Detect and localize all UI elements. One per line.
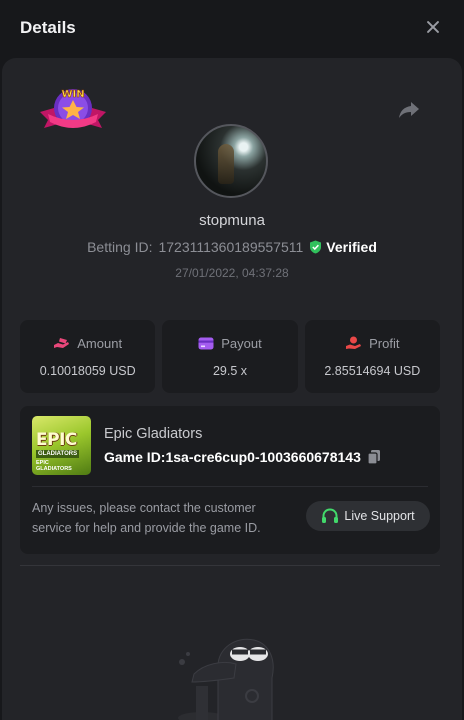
game-thumbnail[interactable]: EPIC GLADIATORS EPIC GLADIATORS: [32, 416, 91, 475]
game-id-label: Game ID:: [104, 449, 166, 465]
verified-badge: Verified: [309, 239, 377, 255]
copy-icon[interactable]: [366, 449, 382, 465]
win-badge-icon: WIN: [40, 89, 106, 128]
support-message: Any issues, please contact the customer …: [32, 501, 261, 535]
game-thumb-title: EPIC: [36, 430, 77, 450]
headset-icon: [322, 507, 339, 523]
betting-id-row: Betting ID: 1723111360189557511 Verified: [2, 239, 462, 255]
game-id-row: Game ID: 1sa-cre6cup0-1003660678143: [104, 449, 382, 465]
stat-amount-value: 0.10018059 USD: [39, 363, 136, 378]
betting-id-label: Betting ID:: [87, 239, 153, 255]
game-id-value: 1sa-cre6cup0-1003660678143: [165, 449, 361, 465]
username: stopmuna: [199, 212, 265, 229]
stat-amount: Amount 0.10018059 USD: [20, 320, 156, 393]
section-divider: [20, 565, 440, 566]
game-title[interactable]: Epic Gladiators: [104, 426, 202, 442]
bet-stats: Amount 0.10018059 USD Payout 29.5 x Prof…: [20, 320, 440, 393]
game-thumb-subtitle: GLADIATORS: [36, 450, 80, 458]
win-badge-text: WIN: [61, 89, 84, 100]
card-icon: [198, 337, 214, 349]
details-panel: WIN stopmuna Betting ID: 172311136018955…: [2, 58, 462, 720]
bet-timestamp: 27/01/2022, 04:37:28: [175, 266, 289, 280]
close-icon[interactable]: [422, 17, 444, 39]
details-header: Details: [0, 0, 464, 56]
live-support-label: Live Support: [344, 509, 415, 523]
stat-profit-value: 2.85514694 USD: [324, 363, 421, 378]
stat-amount-label: Amount: [77, 335, 123, 351]
verified-label: Verified: [326, 239, 377, 255]
money-hand-icon: [54, 337, 70, 348]
crocodile-mascot-icon: [178, 638, 274, 720]
stat-profit-label: Profit: [369, 335, 400, 351]
shield-check-icon: [310, 240, 322, 254]
live-support-button[interactable]: Live Support: [306, 501, 430, 531]
stat-payout-value: 29.5 x: [212, 363, 248, 378]
avatar: [194, 124, 268, 198]
game-thumb-footer: EPIC GLADIATORS: [36, 460, 72, 472]
game-card: EPIC GLADIATORS EPIC GLADIATORS Epic Gla…: [20, 406, 440, 554]
betting-id-value: 1723111360189557511: [158, 239, 304, 255]
stat-payout: Payout 29.5 x: [162, 320, 298, 393]
page-title: Details: [20, 18, 76, 37]
coin-hand-icon: [346, 336, 362, 349]
share-icon[interactable]: [398, 100, 420, 120]
card-divider: [32, 486, 428, 487]
stat-profit: Profit 2.85514694 USD: [304, 320, 440, 393]
stat-payout-label: Payout: [221, 335, 262, 351]
